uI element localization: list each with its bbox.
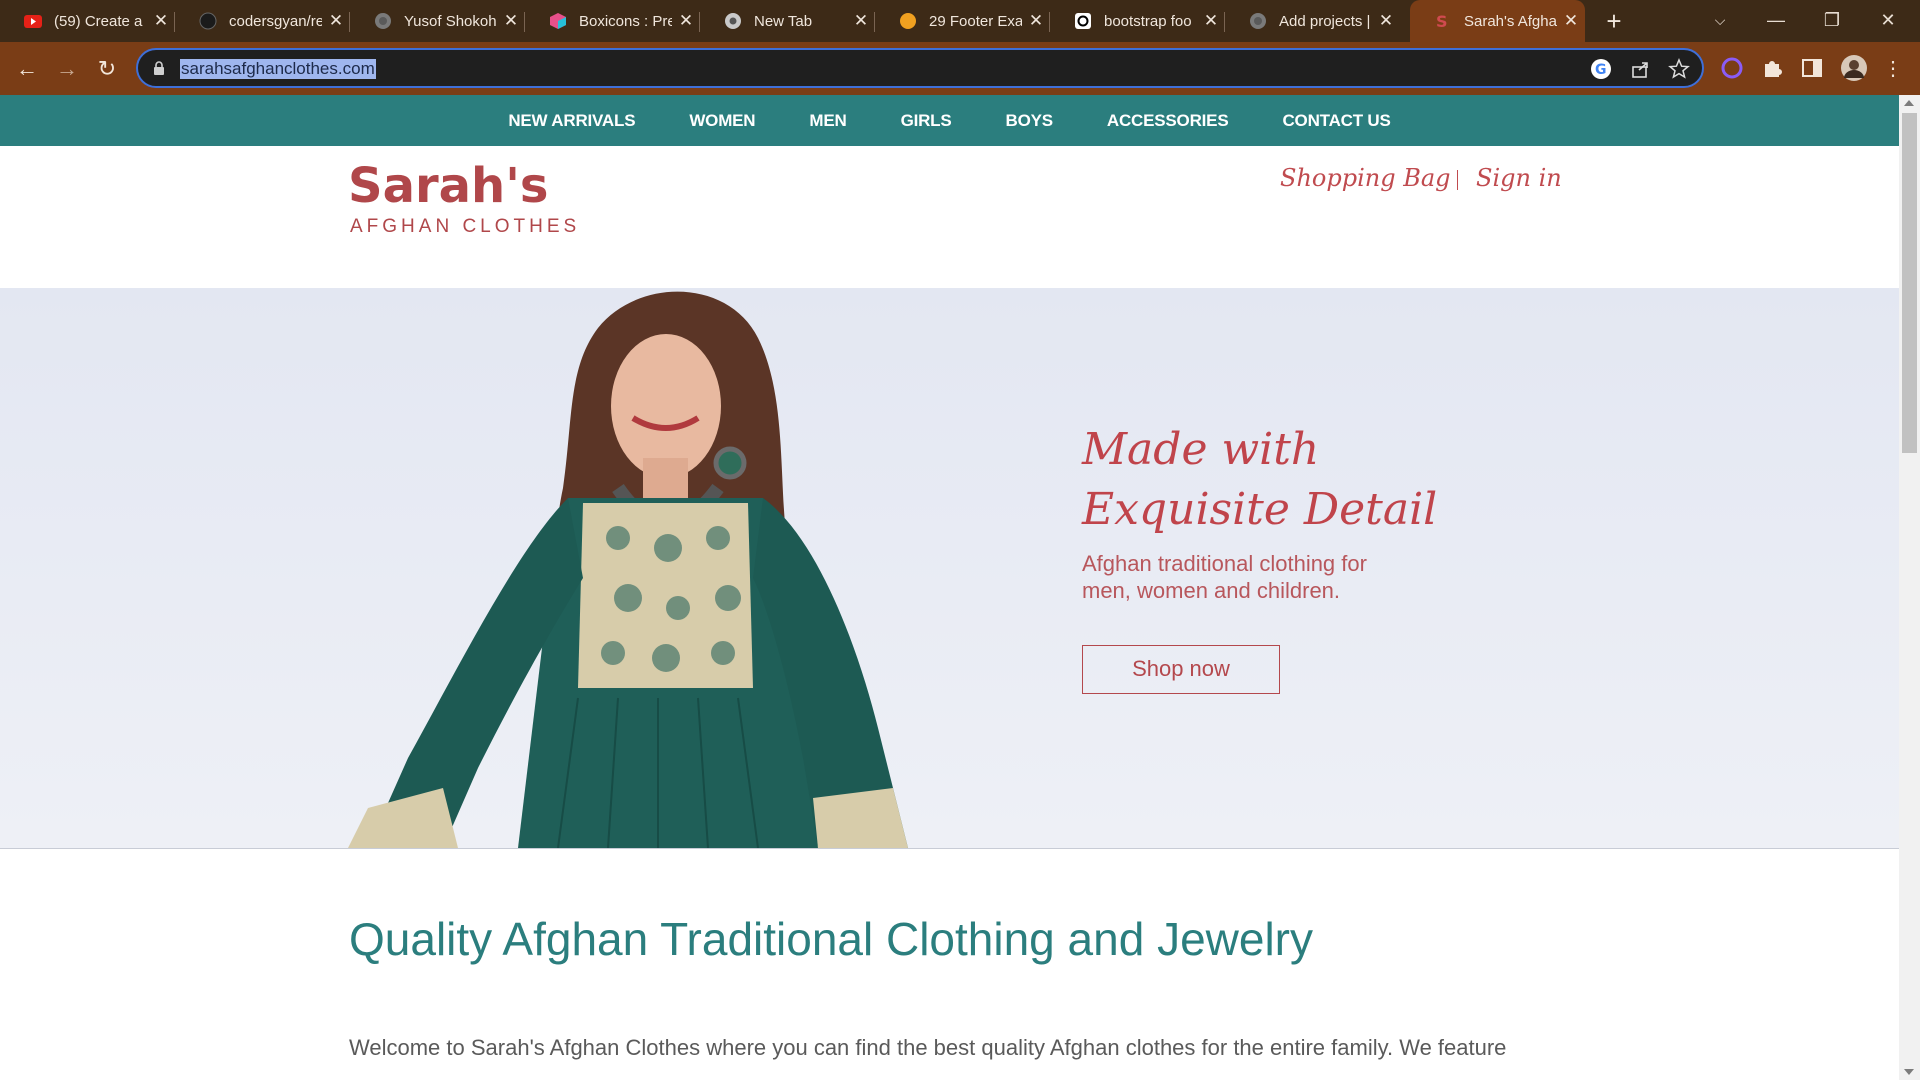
close-icon[interactable]: ✕ xyxy=(672,11,700,31)
hero-title: Made with Exquisite Detail xyxy=(1082,420,1437,540)
scrollbar[interactable] xyxy=(1899,95,1920,1080)
close-icon[interactable]: ✕ xyxy=(147,11,175,31)
tab-youtube[interactable]: (59) Create a F ✕ xyxy=(0,0,175,42)
close-icon[interactable]: ✕ xyxy=(1557,11,1585,31)
nav-boys[interactable]: BOYS xyxy=(1006,111,1054,131)
tab-footer[interactable]: 29 Footer Exar ✕ xyxy=(875,0,1050,42)
new-tab-button[interactable]: + xyxy=(1598,5,1630,37)
section-heading: Quality Afghan Traditional Clothing and … xyxy=(349,913,1314,965)
globe-icon xyxy=(1249,12,1267,30)
divider xyxy=(0,848,1899,849)
tab-title: codersgyan/re xyxy=(229,12,322,30)
restore-icon[interactable]: ❐ xyxy=(1804,0,1860,40)
bookmark-star-icon[interactable] xyxy=(1668,58,1690,80)
address-bar[interactable]: sarahsafghanclothes.com G xyxy=(136,48,1704,88)
tab-yusof[interactable]: Yusof Shokoh ✕ xyxy=(350,0,525,42)
side-panel-icon[interactable] xyxy=(1800,56,1824,80)
tab-newtab[interactable]: New Tab ✕ xyxy=(700,0,875,42)
openai-icon xyxy=(1074,12,1092,30)
hero-subtitle: Afghan traditional clothing for men, wom… xyxy=(1082,551,1367,603)
scroll-down-icon[interactable] xyxy=(1904,1069,1914,1075)
url-text[interactable]: sarahsafghanclothes.com xyxy=(180,59,376,79)
reload-icon[interactable]: ↻ xyxy=(90,52,124,86)
nav-men[interactable]: MEN xyxy=(809,111,846,131)
site-icon xyxy=(899,12,917,30)
tab-title: (59) Create a F xyxy=(54,12,147,30)
youtube-icon xyxy=(24,12,42,30)
forward-icon[interactable]: → xyxy=(50,52,84,86)
close-icon[interactable]: ✕ xyxy=(497,11,525,31)
google-lens-icon[interactable]: G xyxy=(1590,58,1612,80)
shop-now-button[interactable]: Shop now xyxy=(1082,645,1280,694)
tab-search-icon[interactable]: ⌵ xyxy=(1692,0,1748,40)
tab-github[interactable]: codersgyan/re ✕ xyxy=(175,0,350,42)
svg-text:S: S xyxy=(1436,12,1448,30)
menu-icon[interactable]: ⋮ xyxy=(1876,52,1910,86)
nav-girls[interactable]: GIRLS xyxy=(901,111,952,131)
share-icon[interactable] xyxy=(1630,58,1652,80)
scroll-up-icon[interactable] xyxy=(1904,100,1914,106)
nav-accessories[interactable]: ACCESSORIES xyxy=(1107,111,1229,131)
logo-main[interactable]: Sarah's xyxy=(348,158,548,214)
svg-text:G: G xyxy=(1595,62,1607,78)
nav-new-arrivals[interactable]: NEW ARRIVALS xyxy=(508,111,635,131)
tab-sarahs-active[interactable]: S Sarah's Afgha ✕ xyxy=(1410,0,1585,42)
hero-model-image xyxy=(348,291,908,848)
close-icon[interactable]: ✕ xyxy=(1197,11,1225,31)
divider xyxy=(1457,170,1458,190)
puzzle-icon[interactable] xyxy=(1760,56,1784,80)
tab-title: Boxicons : Pre xyxy=(579,12,672,30)
globe-icon xyxy=(374,12,392,30)
logo-sub: AFGHAN CLOTHES xyxy=(350,216,581,237)
tab-add-projects[interactable]: Add projects | ✕ xyxy=(1225,0,1400,42)
hero-title-line2: Exquisite Detail xyxy=(1082,484,1438,535)
extension-icon[interactable] xyxy=(1720,56,1744,80)
close-window-icon[interactable]: ✕ xyxy=(1860,0,1916,40)
tab-title: Add projects | xyxy=(1279,12,1371,30)
avatar[interactable] xyxy=(1840,54,1868,82)
tab-title: bootstrap foo xyxy=(1104,12,1192,30)
lock-icon xyxy=(154,61,164,75)
main-nav: NEW ARRIVALS WOMEN MEN GIRLS BOYS ACCESS… xyxy=(0,95,1899,146)
tab-title: Sarah's Afgha xyxy=(1464,12,1557,30)
shopping-bag-link[interactable]: Shopping Bag xyxy=(1280,164,1451,192)
close-icon[interactable]: ✕ xyxy=(322,11,350,31)
back-icon[interactable]: ← xyxy=(10,52,44,86)
scrollbar-thumb[interactable] xyxy=(1902,113,1917,453)
hero-section: Made with Exquisite Detail Afghan tradit… xyxy=(0,288,1899,848)
hero-title-line1: Made with xyxy=(1082,424,1320,475)
tab-bootstrap[interactable]: bootstrap foo ✕ xyxy=(1050,0,1225,42)
close-icon[interactable]: ✕ xyxy=(1372,11,1400,31)
github-icon xyxy=(199,12,217,30)
boxicons-icon xyxy=(549,12,567,30)
close-icon[interactable]: ✕ xyxy=(1022,11,1050,31)
browser-toolbar: ← → ↻ sarahsafghanclothes.com G ⋮ xyxy=(0,42,1920,95)
close-icon[interactable]: ✕ xyxy=(847,11,875,31)
nav-women[interactable]: WOMEN xyxy=(689,111,755,131)
sign-in-link[interactable]: Sign in xyxy=(1476,164,1562,192)
web-page: NEW ARRIVALS WOMEN MEN GIRLS BOYS ACCESS… xyxy=(0,95,1899,1080)
tab-title: 29 Footer Exar xyxy=(929,12,1022,30)
chrome-icon xyxy=(724,12,742,30)
nav-contact-us[interactable]: CONTACT US xyxy=(1282,111,1390,131)
sarah-favicon: S xyxy=(1434,12,1452,30)
intro-text: Welcome to Sarah's Afghan Clothes where … xyxy=(349,1035,1507,1060)
tab-title: New Tab xyxy=(754,12,813,30)
tab-strip: (59) Create a F ✕ codersgyan/re ✕ Yusof … xyxy=(0,0,1920,42)
tab-boxicons[interactable]: Boxicons : Pre ✕ xyxy=(525,0,700,42)
minimize-icon[interactable]: — xyxy=(1748,0,1804,40)
tab-title: Yusof Shokoh xyxy=(404,12,497,30)
